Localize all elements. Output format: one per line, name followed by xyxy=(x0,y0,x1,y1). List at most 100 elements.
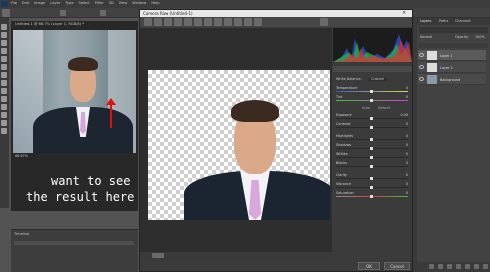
slider-knob[interactable] xyxy=(370,99,373,102)
slider-knob[interactable] xyxy=(370,165,373,168)
slider-knob[interactable] xyxy=(370,90,373,93)
slider-knob[interactable] xyxy=(370,156,373,159)
vibrance-slider[interactable]: Vibrance 0 xyxy=(336,182,408,189)
new-layer-icon[interactable] xyxy=(474,264,479,269)
white-balance-tool-icon[interactable] xyxy=(164,18,172,26)
color-sampler-icon[interactable] xyxy=(174,18,182,26)
clone-tool-icon[interactable] xyxy=(1,80,7,86)
pen-tool-icon[interactable] xyxy=(1,104,7,110)
targeted-adjust-icon[interactable] xyxy=(184,18,192,26)
slider-value[interactable]: 0 xyxy=(406,143,408,147)
slider-value[interactable]: 0 xyxy=(406,134,408,138)
zoom-tool-icon[interactable] xyxy=(144,18,152,26)
menu-item-window[interactable]: Window xyxy=(132,1,146,6)
slider-value[interactable]: 0.00 xyxy=(400,113,408,117)
graduated-filter-icon[interactable] xyxy=(234,18,242,26)
adjustment-layer-icon[interactable] xyxy=(456,264,461,269)
quick-select-tool-icon[interactable] xyxy=(1,48,7,54)
shadows-slider[interactable]: Shadows 0 xyxy=(336,143,408,150)
tab-channels[interactable]: Channels xyxy=(455,19,471,23)
tab-paths[interactable]: Paths xyxy=(439,19,448,23)
layer-filter-bar[interactable] xyxy=(419,27,488,33)
ps-logo-icon[interactable] xyxy=(1,1,8,7)
trash-icon[interactable] xyxy=(483,264,488,269)
eye-icon[interactable] xyxy=(419,65,424,69)
lock-bar[interactable] xyxy=(419,43,488,48)
document-tab[interactable]: Untitled-1 @ 66.7% (Layer 1, RGB/8) * xyxy=(15,22,84,27)
auto-link[interactable]: Auto xyxy=(362,106,370,110)
eyedropper-tool-icon[interactable] xyxy=(1,64,7,70)
brush-tool-icon[interactable] xyxy=(1,72,7,78)
slider-knob[interactable] xyxy=(370,177,373,180)
menu-item-file[interactable]: File xyxy=(11,1,17,6)
highlights-slider[interactable]: Highlights 0 xyxy=(336,134,408,141)
slider-knob[interactable] xyxy=(370,117,373,120)
menu-item-filter[interactable]: Filter xyxy=(95,1,104,6)
blacks-slider[interactable]: Blacks 0 xyxy=(336,161,408,168)
temperature-slider[interactable]: Temperature 0 xyxy=(336,86,408,93)
menu-item-image[interactable]: Image xyxy=(34,1,45,6)
slider-value[interactable]: 0 xyxy=(406,182,408,186)
preferences-icon[interactable] xyxy=(254,18,262,26)
lasso-tool-icon[interactable] xyxy=(1,40,7,46)
zoom-level-dropdown[interactable] xyxy=(152,253,164,258)
layer-row[interactable]: Layer 1 xyxy=(418,50,486,61)
menu-item-select[interactable]: Select xyxy=(79,1,90,6)
fullscreen-icon[interactable] xyxy=(320,18,328,26)
straighten-icon[interactable] xyxy=(194,18,202,26)
layer-row[interactable]: Layer 2 xyxy=(418,62,486,73)
fx-icon[interactable] xyxy=(438,264,443,269)
exposure-slider[interactable]: Exposure 0.00 xyxy=(336,113,408,120)
ok-button[interactable]: OK xyxy=(358,262,380,270)
timeline-controls[interactable] xyxy=(14,241,134,245)
slider-value[interactable]: 0 xyxy=(406,152,408,156)
layer-row[interactable]: Background xyxy=(418,74,486,85)
white-balance-select[interactable]: Custom xyxy=(368,77,387,82)
spot-removal-icon[interactable] xyxy=(204,18,212,26)
gradient-tool-icon[interactable] xyxy=(1,96,7,102)
timeline-label[interactable]: Timeline xyxy=(14,232,29,237)
move-tool-icon[interactable] xyxy=(1,24,7,30)
zoom-tool-icon[interactable] xyxy=(1,128,7,134)
opacity-value[interactable]: 100% xyxy=(475,35,485,39)
slider-value[interactable]: 0 xyxy=(406,173,408,177)
eye-icon[interactable] xyxy=(419,53,424,57)
slider-value[interactable]: 0 xyxy=(406,86,408,90)
eye-icon[interactable] xyxy=(419,77,424,81)
layer-name[interactable]: Layer 1 xyxy=(440,54,453,58)
slider-value[interactable]: 0 xyxy=(406,122,408,126)
panel-tabs-strip[interactable] xyxy=(333,66,412,72)
cancel-button[interactable]: Cancel xyxy=(384,262,410,270)
auto-select-checkbox[interactable] xyxy=(60,10,66,16)
mask-icon[interactable] xyxy=(447,264,452,269)
slider-knob[interactable] xyxy=(370,186,373,189)
slider-knob[interactable] xyxy=(370,147,373,150)
radial-filter-icon[interactable] xyxy=(244,18,252,26)
slider-knob[interactable] xyxy=(370,195,373,198)
layer-name[interactable]: Layer 2 xyxy=(440,66,453,70)
contrast-slider[interactable]: Contrast 0 xyxy=(336,122,408,129)
group-icon[interactable] xyxy=(465,264,470,269)
menu-item-3d[interactable]: 3D xyxy=(109,1,114,6)
slider-value[interactable]: 0 xyxy=(406,95,408,99)
link-layers-icon[interactable] xyxy=(429,264,434,269)
blend-mode-select[interactable]: Normal xyxy=(420,35,432,39)
adjustment-brush-icon[interactable] xyxy=(224,18,232,26)
slider-knob[interactable] xyxy=(370,138,373,141)
menu-item-help[interactable]: Help xyxy=(151,1,159,6)
hand-tool-icon[interactable] xyxy=(154,18,162,26)
eraser-tool-icon[interactable] xyxy=(1,88,7,94)
slider-value[interactable]: 0 xyxy=(406,191,408,195)
tint-slider[interactable]: Tint 0 xyxy=(336,95,408,102)
slider-knob[interactable] xyxy=(370,126,373,129)
red-eye-icon[interactable] xyxy=(214,18,222,26)
menu-item-edit[interactable]: Edit xyxy=(22,1,29,6)
close-icon[interactable]: × xyxy=(402,10,406,16)
clarity-slider[interactable]: Clarity 0 xyxy=(336,173,408,180)
slider-value[interactable]: 0 xyxy=(406,161,408,165)
menu-item-view[interactable]: View xyxy=(119,1,128,6)
crop-tool-icon[interactable] xyxy=(1,56,7,62)
hand-tool-icon[interactable] xyxy=(1,120,7,126)
align-icon[interactable] xyxy=(100,10,106,16)
menu-item-type[interactable]: Type xyxy=(65,1,73,6)
